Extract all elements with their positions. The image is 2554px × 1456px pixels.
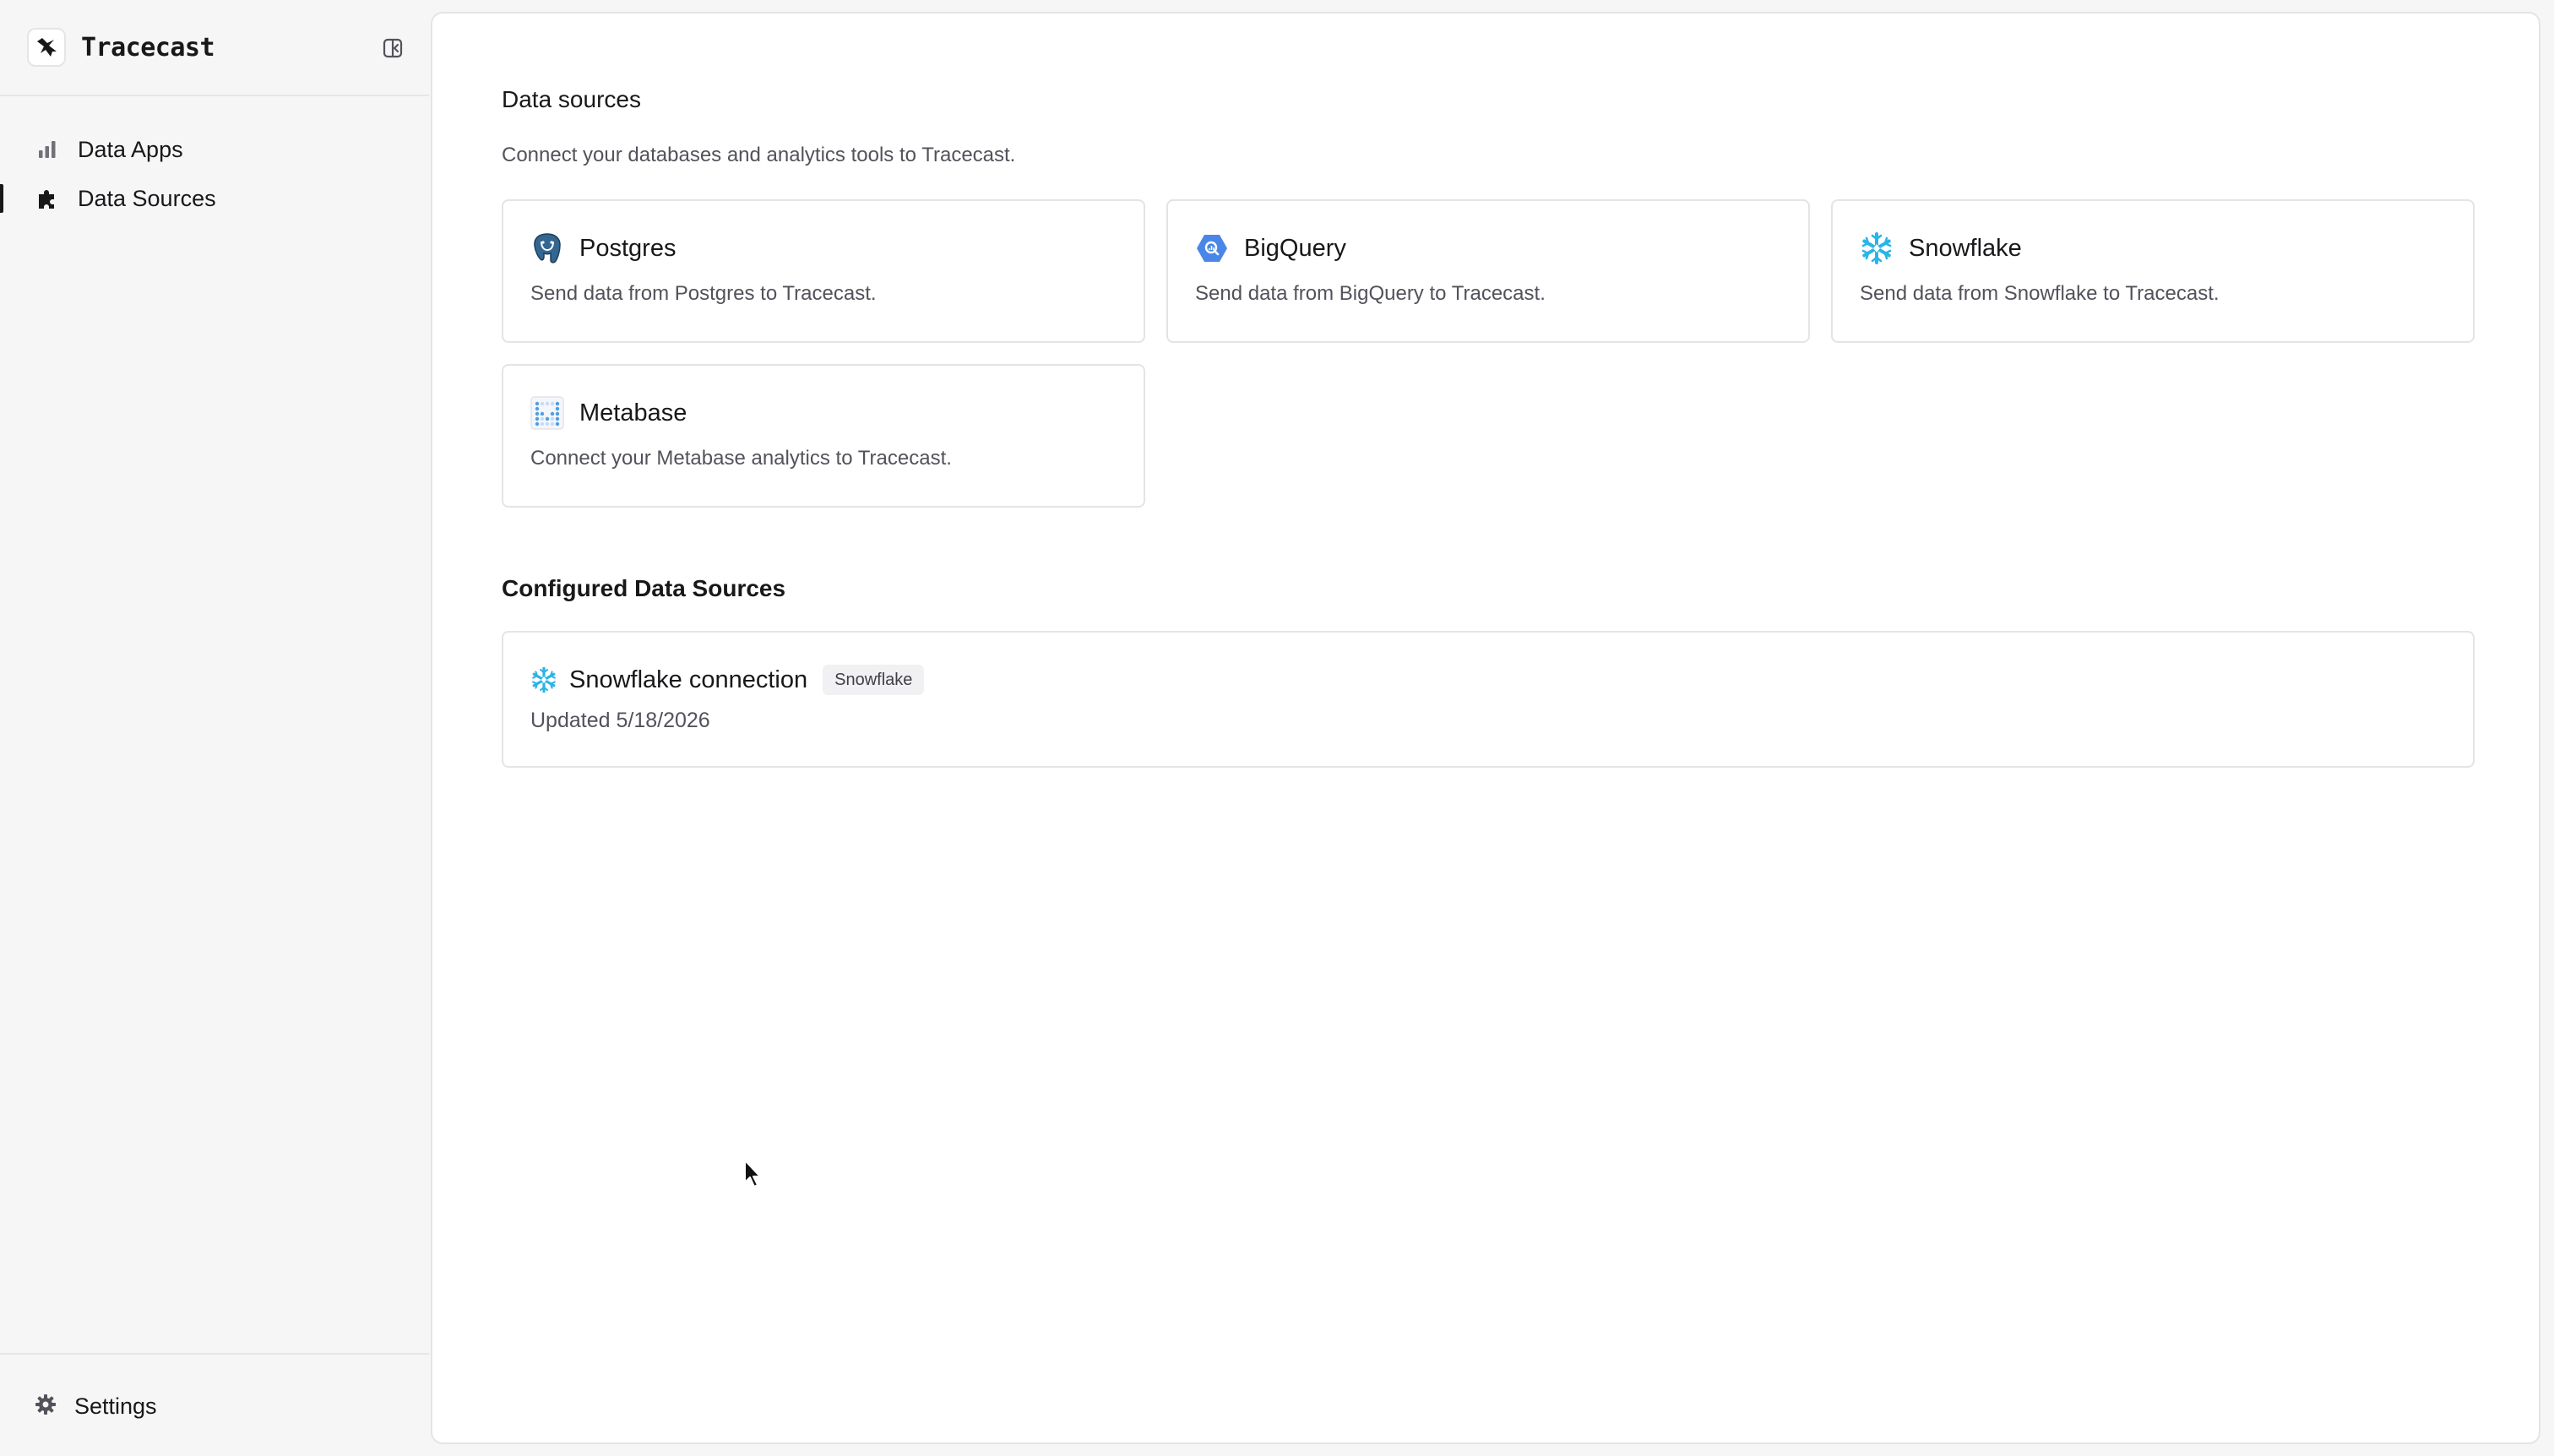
- source-name: Metabase: [579, 399, 687, 426]
- main-panel: Data sources Connect your databases and …: [431, 12, 2540, 1444]
- source-description: Send data from Snowflake to Tracecast.: [1860, 282, 2220, 305]
- source-name: Snowflake: [1909, 234, 2022, 262]
- sidebar-collapse-icon: [383, 38, 403, 58]
- brand: Tracecast: [27, 27, 407, 68]
- bar-chart-icon: [34, 136, 61, 163]
- content: Data sources Connect your databases and …: [502, 86, 2475, 768]
- collapse-sidebar-button[interactable]: [378, 34, 407, 62]
- gear-icon: [34, 1393, 57, 1421]
- sidebar-divider: [0, 95, 429, 96]
- data-source-grid: Postgres Send data from Postgres to Trac…: [502, 199, 2475, 508]
- data-sources-title: Data sources: [502, 86, 641, 112]
- sidebar-item-settings[interactable]: Settings: [0, 1382, 429, 1431]
- snowflake-icon: [1860, 231, 1894, 265]
- sidebar-item-label: Data Sources: [78, 185, 216, 211]
- app-name: Tracecast: [81, 32, 215, 62]
- connection-name: Snowflake connection: [569, 666, 808, 693]
- metabase-icon: [530, 396, 564, 430]
- puzzle-icon: [34, 185, 61, 212]
- source-description: Send data from BigQuery to Tracecast.: [1195, 282, 1546, 305]
- snowflake-icon: [530, 666, 557, 693]
- tracecast-logo-icon[interactable]: [27, 28, 66, 67]
- source-name: Postgres: [579, 234, 677, 262]
- settings-label: Settings: [74, 1393, 157, 1419]
- data-sources-subtitle: Connect your databases and analytics too…: [502, 144, 1016, 166]
- active-indicator: [0, 184, 3, 213]
- postgres-icon: [530, 231, 564, 265]
- sidebar-item-data-apps[interactable]: Data Apps: [0, 125, 429, 174]
- connection-updated: Updated 5/18/2026: [530, 709, 710, 732]
- source-description: Connect your Metabase analytics to Trace…: [530, 447, 952, 470]
- sidebar-nav: Data Apps Data Sources: [0, 125, 429, 223]
- app-window: Tracecast Data Apps Data Sources Setting…: [0, 0, 2554, 1456]
- source-card-postgres[interactable]: Postgres Send data from Postgres to Trac…: [502, 199, 1145, 343]
- source-card-metabase[interactable]: Metabase Connect your Metabase analytics…: [502, 364, 1145, 508]
- source-description: Send data from Postgres to Tracecast.: [530, 282, 877, 305]
- sidebar-item-label: Data Apps: [78, 136, 183, 162]
- sidebar: Tracecast Data Apps Data Sources Setting…: [0, 0, 429, 1456]
- source-card-bigquery[interactable]: BigQuery Send data from BigQuery to Trac…: [1166, 199, 1810, 343]
- source-card-snowflake[interactable]: Snowflake Send data from Snowflake to Tr…: [1831, 199, 2475, 343]
- mouse-cursor-icon: [744, 1160, 761, 1187]
- sidebar-bottom-divider: [0, 1353, 429, 1355]
- connection-type-badge: Snowflake: [823, 665, 925, 695]
- configured-sources-title: Configured Data Sources: [502, 575, 786, 601]
- source-name: BigQuery: [1244, 234, 1346, 262]
- sidebar-item-data-sources[interactable]: Data Sources: [0, 174, 429, 223]
- configured-source-snowflake-connection[interactable]: Snowflake connection Snowflake Updated 5…: [502, 631, 2475, 768]
- bigquery-icon: [1195, 231, 1229, 265]
